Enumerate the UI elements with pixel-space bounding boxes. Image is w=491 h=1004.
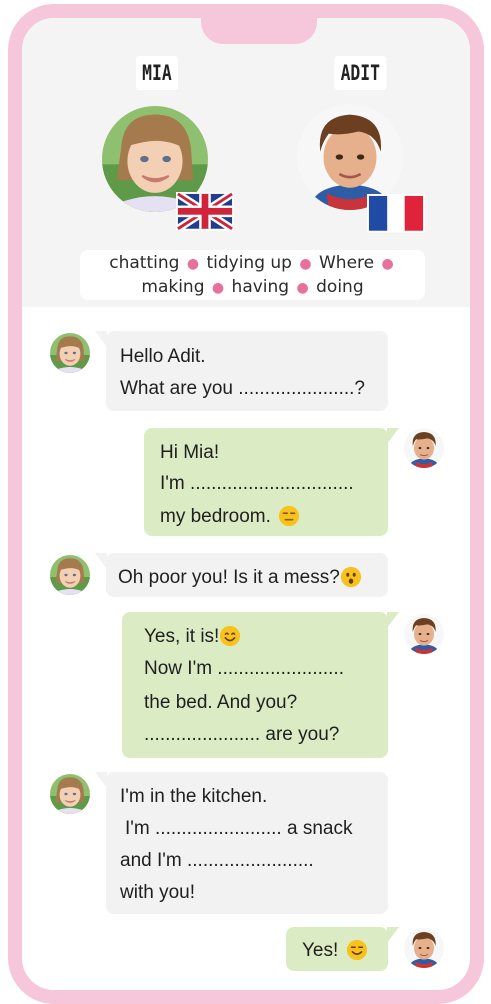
message-line: and I'm ........................: [120, 850, 314, 871]
message-line-with-emoji: Yes, it is!: [144, 625, 241, 648]
word-bank-line-2: making ● having ● doing: [80, 276, 425, 300]
word-option: chatting: [109, 253, 180, 273]
message-line: ...................... are you?: [144, 724, 340, 745]
word-option: tidying up: [206, 253, 292, 273]
profile-name-left: MIA: [135, 56, 179, 90]
bubble-tail: [387, 612, 399, 628]
message-text: Yes!: [302, 940, 339, 961]
word-bank: chatting ● tidying up ● Where ● making ●…: [80, 250, 425, 300]
message-line: I'm ...............................: [160, 473, 354, 494]
neutral-face-icon: [278, 505, 300, 527]
mia-avatar-small: [50, 555, 90, 595]
message-line-with-emoji: Oh poor you! Is it a mess?: [118, 566, 362, 589]
message-text: Oh poor you! Is it a mess?: [118, 567, 340, 588]
message-line: Hello Adit.: [120, 346, 206, 367]
bullet-dot-icon: ●: [299, 256, 312, 272]
message-line: Hi Mia!: [160, 442, 220, 463]
phone-frame: MIA ADIT chatting ● tidying up ● Where ●…: [8, 4, 484, 1004]
smiling-face-icon: [346, 939, 368, 961]
mia-avatar-small: [50, 774, 90, 814]
adit-avatar-small: [404, 428, 444, 468]
message-text: my bedroom.: [160, 506, 271, 527]
bubble-tail: [387, 428, 399, 444]
bullet-dot-icon: ●: [186, 256, 200, 272]
france-flag-icon: [367, 194, 425, 233]
surprised-face-icon: [340, 566, 362, 588]
profile-name-right: ADIT: [334, 56, 387, 90]
bubble-tail: [387, 927, 399, 943]
message-line: with you!: [120, 882, 195, 903]
message-line: I'm in the kitchen.: [120, 786, 268, 807]
word-option: having: [231, 277, 290, 297]
message-bubble-mia: Hello Adit. What are you ...............…: [95, 331, 388, 411]
phone-notch: [201, 18, 317, 44]
uk-flag-icon: [175, 190, 235, 232]
message-bubble-mia: I'm in the kitchen. I'm ................…: [95, 772, 388, 914]
word-option: doing: [316, 277, 364, 297]
message-line-with-emoji: my bedroom.: [160, 505, 300, 528]
bubble-tail: [95, 553, 107, 569]
word-option: making: [141, 277, 205, 297]
message-line: What are you ......................?: [120, 378, 365, 399]
message-line: Now I'm ........................: [144, 658, 344, 679]
bullet-dot-icon: ●: [296, 280, 309, 296]
bubble-tail: [95, 772, 107, 788]
message-bubble-adit: Hi Mia! I'm ............................…: [144, 428, 399, 536]
mia-avatar-small: [50, 333, 90, 373]
message-line-with-emoji: Yes!: [302, 939, 368, 962]
message-bubble-adit: Yes, it is! Now I'm ....................…: [122, 612, 399, 758]
bubble-tail: [95, 331, 107, 347]
smiling-face-icon: [219, 625, 241, 647]
bullet-dot-icon: ●: [211, 280, 225, 296]
word-bank-line-1: chatting ● tidying up ● Where ●: [80, 252, 425, 276]
adit-avatar-small: [404, 614, 444, 654]
word-option: Where: [318, 253, 375, 273]
adit-avatar-small: [404, 928, 444, 968]
message-bubble-adit: Yes!: [286, 927, 399, 971]
bullet-dot-icon: ●: [381, 256, 394, 272]
message-line: the bed. And you?: [144, 692, 298, 713]
message-text: Yes, it is!: [144, 626, 220, 647]
message-bubble-mia: Oh poor you! Is it a mess?: [95, 553, 388, 597]
message-line: I'm ........................ a snack: [125, 818, 353, 839]
